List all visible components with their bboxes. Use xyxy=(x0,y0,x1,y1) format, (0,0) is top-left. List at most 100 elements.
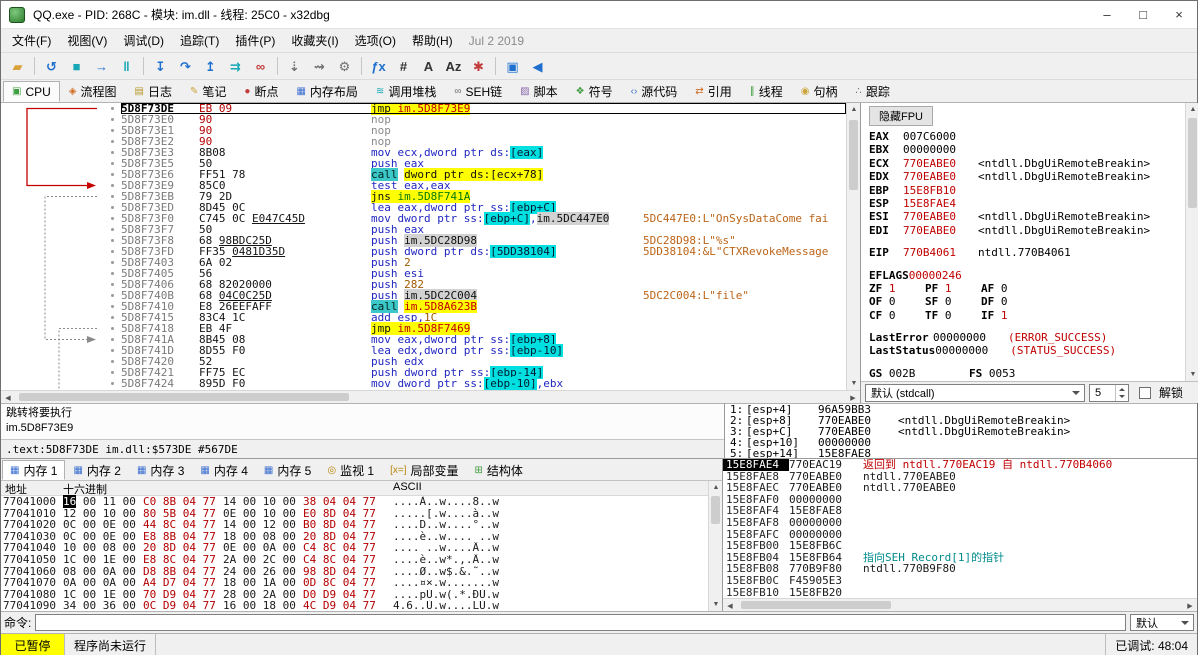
menu-item[interactable]: 收藏夹(I) xyxy=(283,29,346,52)
register-EDX[interactable]: EDX770EABE0<ntdll.DbgUiRemoteBreakin> xyxy=(869,170,1185,183)
tab-源代码[interactable]: ‹›源代码 xyxy=(622,81,687,102)
tab-脚本[interactable]: ▨脚本 xyxy=(511,81,566,102)
register-EFLAGS[interactable]: EFLAGS00000246 xyxy=(869,269,1185,282)
close-button[interactable]: × xyxy=(1161,1,1197,28)
stack-hscrollbar[interactable]: ◀ ▶ xyxy=(723,598,1197,611)
flag-CF[interactable]: CF 0 xyxy=(869,309,925,322)
run-button[interactable]: → xyxy=(89,55,114,78)
register-EIP[interactable]: EIP770B4061ntdll.770B4061 xyxy=(869,246,1185,259)
tab-符号[interactable]: ❖符号 xyxy=(567,81,622,102)
register-EDI[interactable]: EDI770EABE0<ntdll.DbgUiRemoteBreakin> xyxy=(869,224,1185,237)
menu-item[interactable]: 插件(P) xyxy=(227,29,283,52)
disasm-row[interactable]: 5D8F7424895D F0mov dword ptr ss:[ebp-10]… xyxy=(1,378,846,389)
stack-row[interactable]: 15E8FAF800000000 xyxy=(723,517,1197,529)
menu-item[interactable]: 文件(F) xyxy=(4,29,59,52)
scroll-up-icon[interactable]: ▲ xyxy=(847,103,861,116)
unlock-checkbox[interactable] xyxy=(1139,387,1151,399)
register-ECX[interactable]: ECX770EABE0<ntdll.DbgUiRemoteBreakin> xyxy=(869,157,1185,170)
scroll-down-icon[interactable]: ▼ xyxy=(709,598,723,611)
memory-row[interactable]: 770410700A 00 0A 00A4 D7 04 7718 00 1A 0… xyxy=(1,577,708,589)
command-profile-combo[interactable]: 默认 xyxy=(1130,614,1194,631)
case-az-button[interactable]: Az xyxy=(441,55,466,78)
flag-FS[interactable]: FS 0053 xyxy=(969,367,1069,380)
flag-OF[interactable]: OF 0 xyxy=(869,295,925,308)
tab-内存布局[interactable]: ▦内存布局 xyxy=(287,81,366,102)
trace-over-button[interactable]: ⇝ xyxy=(307,55,332,78)
step-into-button[interactable]: ↧ xyxy=(148,55,173,78)
tab-流程图[interactable]: ◈流程图 xyxy=(60,81,126,102)
tab-监视 1[interactable]: ◎监视 1 xyxy=(319,460,382,480)
calculator-fx-button[interactable]: ƒx xyxy=(366,55,391,78)
scroll-up-icon[interactable]: ▲ xyxy=(709,481,723,494)
disasm-vscrollbar[interactable]: ▲ ▼ xyxy=(846,103,860,390)
menu-item[interactable]: 选项(O) xyxy=(347,29,404,52)
argument-row[interactable]: 3:[esp+C]770EABE0<ntdll.DbgUiRemoteBreak… xyxy=(730,426,1197,437)
memory-row[interactable]: 7704100016 00 11 00C0 8B 04 7714 00 10 0… xyxy=(1,496,708,508)
menu-item[interactable]: 追踪(T) xyxy=(172,29,227,52)
register-ESP[interactable]: ESP15E8FAE4 xyxy=(869,197,1185,210)
tab-内存 2[interactable]: ▦内存 2 xyxy=(65,460,128,480)
register-EAX[interactable]: EAX007C6000 xyxy=(869,130,1185,143)
tab-结构体[interactable]: ⊞结构体 xyxy=(467,460,531,480)
flag-GS[interactable]: GS 002B xyxy=(869,367,969,380)
hide-fpu-button[interactable]: 隐藏FPU xyxy=(869,106,933,126)
argument-row[interactable]: 5:[esp+14]15E8FAE8 xyxy=(730,448,1197,458)
tab-引用[interactable]: ⇄引用 xyxy=(686,81,740,102)
flag-TF[interactable]: TF 0 xyxy=(925,309,981,322)
register-EBP[interactable]: EBP15E8FB10 xyxy=(869,184,1185,197)
register-ESI[interactable]: ESI770EABE0<ntdll.DbgUiRemoteBreakin> xyxy=(869,210,1185,223)
spinner-up-icon[interactable] xyxy=(1116,385,1128,393)
trace-into-button[interactable]: ⇣ xyxy=(282,55,307,78)
menu-item[interactable]: 帮助(H) xyxy=(404,29,461,52)
cpu-chip-button[interactable]: ▣ xyxy=(500,55,525,78)
tab-内存 3[interactable]: ▦内存 3 xyxy=(129,460,192,480)
run-to-user-code-button[interactable]: ⇉ xyxy=(223,55,248,78)
tab-局部变量[interactable]: [x=]局部变量 xyxy=(382,460,466,480)
assemble-a-button[interactable]: A xyxy=(416,55,441,78)
scroll-down-icon[interactable]: ▼ xyxy=(1186,368,1198,381)
tab-笔记[interactable]: ✎笔记 xyxy=(181,81,235,102)
flag-DF[interactable]: DF 0 xyxy=(981,295,1037,308)
scroll-up-icon[interactable]: ▲ xyxy=(1186,103,1198,116)
flag-PF[interactable]: PF 1 xyxy=(925,282,981,295)
flag-ZF[interactable]: ZF 1 xyxy=(869,282,925,295)
menu-item[interactable]: 调试(D) xyxy=(115,29,172,52)
minimize-button[interactable]: – xyxy=(1089,1,1125,28)
register-LastError[interactable]: LastError00000000(ERROR_SUCCESS) xyxy=(869,331,1185,344)
stack-row[interactable]: 15E8FB0CF45905E3 xyxy=(723,575,1197,587)
animate-button[interactable]: ∞ xyxy=(248,55,273,78)
menu-item[interactable]: 视图(V) xyxy=(59,29,115,52)
step-over-button[interactable]: ↷ xyxy=(173,55,198,78)
stack-row[interactable]: 15E8FB0015E8FB6C xyxy=(723,540,1197,552)
spinner-down-icon[interactable] xyxy=(1116,393,1128,401)
tab-调用堆栈[interactable]: ≋调用堆栈 xyxy=(367,81,445,102)
step-out-button[interactable]: ↥ xyxy=(198,55,223,78)
args-count-spinner[interactable]: 5 xyxy=(1089,384,1129,402)
tab-跟踪[interactable]: ∴跟踪 xyxy=(846,81,898,102)
tab-CPU[interactable]: ▣CPU xyxy=(3,81,60,102)
stack-row[interactable]: 15E8FB1015E8FB20 xyxy=(723,587,1197,598)
tab-断点[interactable]: ●断点 xyxy=(235,81,287,102)
tab-内存 1[interactable]: ▦内存 1 xyxy=(2,460,65,480)
register-LastStatus[interactable]: LastStatus00000000(STATUS_SUCCESS) xyxy=(869,344,1185,357)
pause-button[interactable]: ‖ xyxy=(114,55,139,78)
favourites-star-button[interactable]: ✱ xyxy=(466,55,491,78)
maximize-button[interactable]: □ xyxy=(1125,1,1161,28)
registers-vscrollbar[interactable]: ▲ ▼ xyxy=(1185,103,1198,381)
flag-IF[interactable]: IF 1 xyxy=(981,309,1037,322)
notify-speaker-button[interactable]: ◀ xyxy=(525,55,550,78)
argument-row[interactable]: 4:[esp+10]00000000 xyxy=(730,437,1197,448)
command-input[interactable] xyxy=(35,614,1126,631)
restart-button[interactable]: ↺ xyxy=(39,55,64,78)
tab-内存 4[interactable]: ▦内存 4 xyxy=(192,460,255,480)
scroll-down-icon[interactable]: ▼ xyxy=(847,377,861,390)
memory-vscrollbar[interactable]: ▲ ▼ xyxy=(708,481,722,611)
memory-row[interactable]: 770410501C 00 1E 00E8 8C 04 772A 00 2C 0… xyxy=(1,554,708,566)
settings-gear-button[interactable]: ⚙ xyxy=(332,55,357,78)
open-file-button[interactable]: ▰ xyxy=(5,55,30,78)
tab-日志[interactable]: ▤日志 xyxy=(126,81,181,102)
flag-SF[interactable]: SF 0 xyxy=(925,295,981,308)
flag-AF[interactable]: AF 0 xyxy=(981,282,1037,295)
tab-内存 5[interactable]: ▦内存 5 xyxy=(256,460,319,480)
tab-线程[interactable]: ∥线程 xyxy=(741,81,792,102)
